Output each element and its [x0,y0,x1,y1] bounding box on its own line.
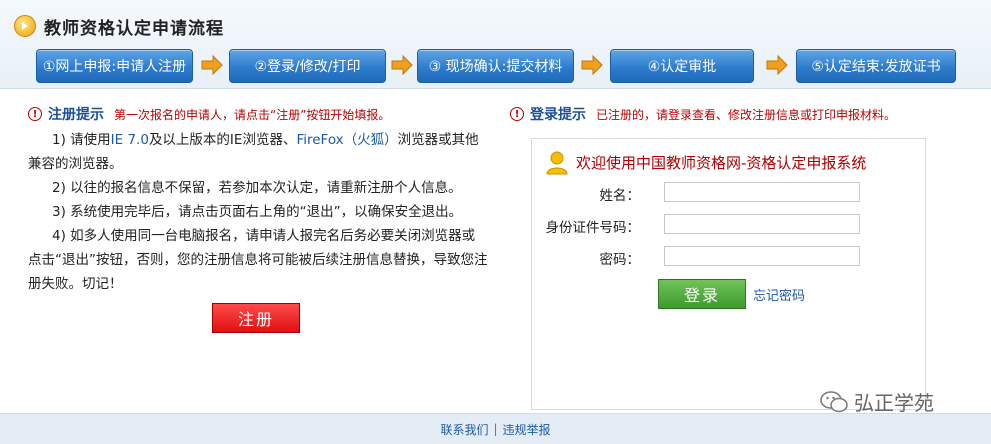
arrow-right-icon [766,55,788,75]
watermark-text: 弘正学苑 [854,391,934,415]
arrow-right-icon [201,55,223,75]
instruction-1-text: 1) 请使用 [52,132,111,148]
register-alert-label: 注册提示 [48,107,104,123]
report-violation-link[interactable]: 违规举报 [503,421,551,438]
instruction-1-text-b: 及以上版本的IE浏览器、 [148,132,297,148]
register-instructions: 1) 请使用IE 7.0及以上版本的IE浏览器、FireFox（火狐）浏览器或其… [28,128,488,296]
ie-version-link: IE 7.0 [110,132,149,148]
step-3-button[interactable]: ③ 现场确认:提交材料 [417,49,574,83]
login-alert: ! 登录提示 已注册的，请登录查看、修改注册信息或打印申报材料。 [510,104,896,124]
contact-us-link[interactable]: 联系我们 [440,421,488,438]
instruction-2: 2) 以往的报名信息不保留，若参加本次认定，请重新注册个人信息。 [52,180,462,196]
page-title: 教师资格认定申请流程 [44,18,224,39]
process-header: 教师资格认定申请流程 ①网上申报:申请人注册 ②登录/修改/打印 ③ 现场确认:… [0,0,991,89]
name-input[interactable] [664,182,860,202]
password-input[interactable] [664,246,860,266]
forgot-password-link[interactable]: 忘记密码 [753,285,805,304]
watermark: 弘正学苑 [820,387,934,416]
firefox-link: FireFox（火狐） [296,132,398,148]
footer-separator: | [493,422,498,436]
name-label: 姓名： [599,188,641,204]
instruction-4: 4) 如多人使用同一台电脑报名，请申请人报完名后务必要关闭浏览器或点击“退出”按… [28,228,488,292]
arrow-right-icon [14,15,36,37]
welcome-text: 欢迎使用中国教师资格网-资格认定申报系统 [576,153,867,172]
wechat-icon [820,390,848,412]
instruction-1: 1) 请使用IE 7.0及以上版本的IE浏览器、FireFox（火狐）浏览器或其… [28,128,488,176]
register-button[interactable]: 注册 [212,303,300,333]
process-title-row: 教师资格认定申请流程 [14,14,224,39]
register-panel: ! 注册提示 第一次报名的申请人，请点击“注册”按钮开始填报。 1) 请使用IE… [28,104,488,333]
id-number-input[interactable] [664,214,860,234]
step-5-button[interactable]: ⑤认定结束:发放证书 [796,49,956,83]
instruction-3: 3) 系统使用完毕后，请点击页面右上角的“退出”，以确保安全退出。 [52,204,463,220]
alert-icon: ! [510,107,524,121]
step-1-button[interactable]: ①网上申报:申请人注册 [36,49,193,83]
register-alert: ! 注册提示 第一次报名的申请人，请点击“注册”按钮开始填报。 [28,104,488,124]
footer: 联系我们 | 违规举报 [0,413,991,444]
id-number-label: 身份证件号码： [545,220,641,236]
step-4-button[interactable]: ④认定审批 [610,49,754,83]
user-icon [546,151,568,175]
register-alert-text: 第一次报名的申请人，请点击“注册”按钮开始填报。 [114,107,391,122]
welcome-row: 欢迎使用中国教师资格网-资格认定申报系统 [544,149,866,175]
login-alert-text: 已注册的，请登录查看、修改注册信息或打印申报材料。 [596,107,897,122]
login-box: 欢迎使用中国教师资格网-资格认定申报系统 [531,138,926,410]
login-alert-label: 登录提示 [530,107,586,123]
alert-icon: ! [28,107,42,121]
step-2-button[interactable]: ②登录/修改/打印 [229,49,386,83]
arrow-right-icon [581,55,603,75]
password-label: 密码： [599,252,641,268]
login-button[interactable]: 登录 [658,279,746,309]
arrow-right-icon [391,55,413,75]
